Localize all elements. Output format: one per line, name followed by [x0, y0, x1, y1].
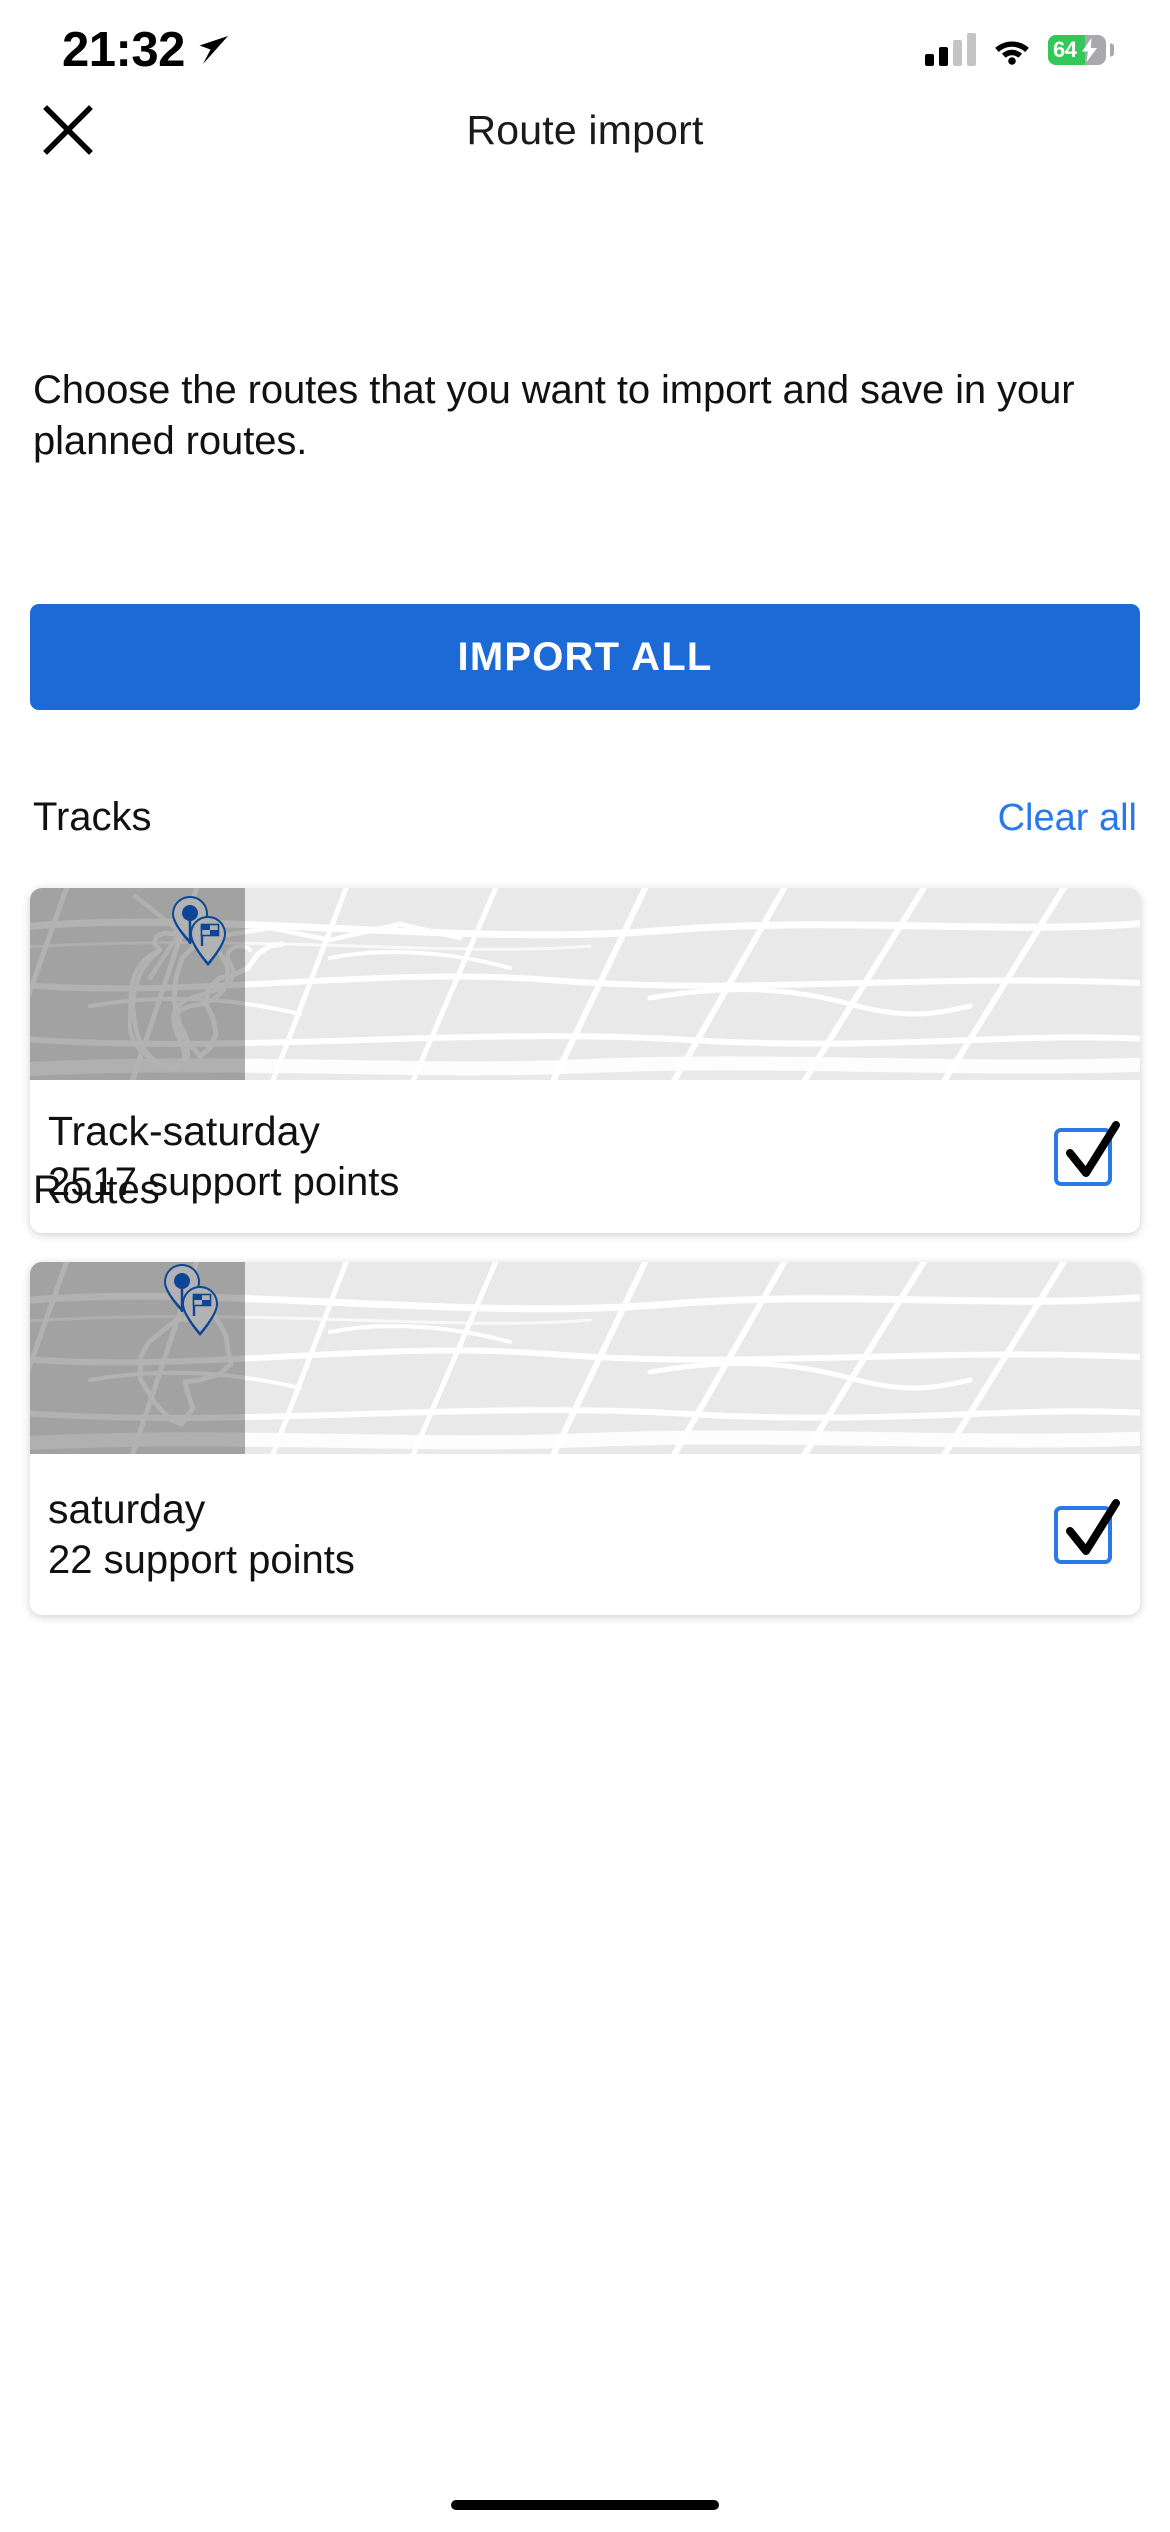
- import-all-button[interactable]: IMPORT ALL: [30, 604, 1140, 710]
- route-card-text: saturday 22 support points: [48, 1485, 355, 1585]
- route-card[interactable]: saturday 22 support points: [30, 1262, 1140, 1615]
- app-header: Route import: [0, 100, 1170, 160]
- route-map-thumbnail: [30, 1262, 1140, 1454]
- cellular-signal-icon: [925, 33, 976, 66]
- page-title: Route import: [466, 106, 704, 153]
- charging-bolt-icon: [1082, 38, 1097, 62]
- clear-all-button[interactable]: Clear all: [998, 797, 1137, 840]
- status-bar-right: 64: [925, 33, 1114, 66]
- home-indicator: [451, 2500, 719, 2510]
- route-card-body: saturday 22 support points: [30, 1454, 1140, 1615]
- route-card-title: saturday: [48, 1485, 206, 1532]
- track-map-image: [30, 888, 1140, 1080]
- route-card-checkbox[interactable]: [1054, 1498, 1120, 1564]
- status-bar: 21:32 64: [0, 0, 1170, 100]
- location-arrow-icon: [199, 36, 228, 64]
- import-description: Choose the routes that you want to impor…: [33, 368, 1075, 464]
- routes-section-header: Routes: [33, 1168, 1137, 1213]
- close-icon: [43, 105, 93, 155]
- battery-icon: 64: [1048, 34, 1114, 66]
- status-time: 21:32: [62, 22, 185, 77]
- route-map-image: [30, 1262, 1140, 1454]
- tracks-section-header: Tracks Clear all: [33, 795, 1137, 840]
- route-card-subtitle: 22 support points: [48, 1538, 355, 1583]
- close-button[interactable]: [22, 100, 114, 160]
- wifi-icon: [995, 41, 1029, 65]
- routes-section-title: Routes: [33, 1168, 160, 1212]
- checkmark-icon: [1066, 1498, 1120, 1555]
- track-map-thumbnail: [30, 888, 1140, 1080]
- tracks-section-title: Tracks: [33, 795, 152, 839]
- status-bar-left: 21:32: [62, 22, 231, 77]
- track-card-title: Track-saturday: [48, 1107, 320, 1154]
